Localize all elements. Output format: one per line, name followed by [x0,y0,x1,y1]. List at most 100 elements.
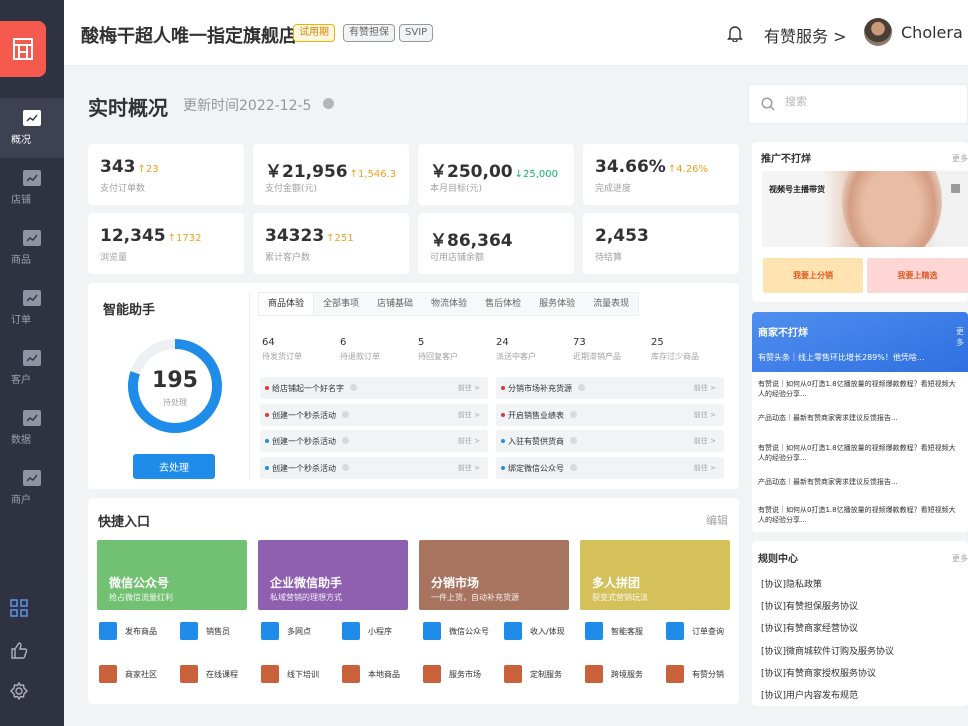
tab-3[interactable]: 物流体验 [422,293,476,315]
service-menu[interactable]: 有赞服务 > [764,23,847,47]
process-button[interactable]: 去处理 [133,454,215,479]
news-item[interactable]: 有赞说｜如何从0打造1.8亿播放量的视频爆款教程？看短视频大人的经验分享... [758,505,958,525]
stat-card: 34323 ↑251 累计客户数 [253,213,409,274]
search-input[interactable] [785,95,945,108]
stat-number: ￥21,956 [265,162,348,182]
join-distribution-button[interactable]: 我要上分销 [763,258,863,293]
task-item[interactable]: 分销市场补充货源 前往 > [496,377,724,399]
metric-item[interactable]: 25 库存过少商品 [651,337,699,362]
task-go-link: 前往 > [457,437,480,445]
news-item[interactable]: 产品动态｜最新有赞商家需求建议反馈报告... [758,477,958,487]
news-item[interactable]: 产品动态｜最新有赞商家需求建议反馈报告... [758,413,958,423]
metric-item[interactable]: 64 待发货订单 [262,337,302,362]
sidebar-item-orders[interactable]: 订单 [0,278,64,338]
rules-more-link[interactable]: 更多 [952,553,968,564]
quick-item[interactable]: 跨境服务 [585,665,661,683]
rule-link[interactable]: [协议]有赞担保服务协议 [761,599,858,612]
news-item[interactable]: 有赞说｜如何从0打造1.8亿播放量的视频爆款教程？看短视频大人的经验分享... [758,379,958,399]
sidebar-item-goods[interactable]: 商品 [0,218,64,278]
quick-item[interactable]: 发布商品 [99,622,175,640]
quick-item[interactable]: 智能客服 [585,622,661,640]
task-item[interactable]: 入驻有赞供货商 前往 > [496,430,724,452]
task-text: 给店铺起一个好名字 [272,384,344,393]
quick-item[interactable]: 本地商品 [342,665,418,683]
quick-item[interactable]: 线下培训 [261,665,337,683]
metric-item[interactable]: 5 待回复客户 [418,337,458,362]
metric-label: 派送中客户 [496,352,536,361]
tab-5[interactable]: 服务体验 [530,293,584,315]
task-item[interactable]: 创建一个秒杀活动 前往 > [260,403,488,426]
quick-item-icon [99,665,117,683]
quick-item-label: 商家社区 [125,670,157,679]
join-featured-button[interactable]: 我要上精选 [867,258,968,293]
quick-item[interactable]: 多网点 [261,622,337,640]
task-item[interactable]: 绑定微信公众号 前往 > [496,456,724,479]
sidebar-item-customers[interactable]: 客户 [0,338,64,398]
settings-icon[interactable] [10,682,28,700]
quick-card-wechat-official[interactable]: 微信公众号 抢占微信流量红利 [97,540,247,610]
edit-button[interactable]: 编辑 [706,512,728,528]
refresh-dot-icon[interactable] [323,98,334,109]
task-item[interactable]: 创建一个秒杀活动 前往 > [260,456,488,479]
quick-item[interactable]: 订单查询 [666,622,742,640]
merchant-headline[interactable]: 有赞头条｜线上零售环比增长289%！他凭啥... [758,352,968,363]
news-item[interactable]: 有赞说｜如何从0打造1.8亿播放量的视频爆款教程？看短视频大人的经验分享... [758,443,958,463]
metric-value: 24 [496,337,509,348]
quick-item-label: 订单查询 [692,627,724,636]
sidebar-item-data[interactable]: 数据 [0,398,64,458]
quick-item[interactable]: 定制服务 [504,665,580,683]
merchant-more-link[interactable]: 更多 [956,326,968,348]
quick-item[interactable]: 微信公众号 [423,622,499,640]
thumbs-up-icon[interactable] [10,641,28,659]
quick-card-group-buy[interactable]: 多人拼团 裂变式营销玩法 [580,540,730,610]
quick-item[interactable]: 销售员 [180,622,256,640]
tab-6[interactable]: 流量表现 [584,293,638,315]
promo-more-link[interactable]: 更多 [952,153,968,164]
quick-card-wecom-assistant[interactable]: 企业微信助手 私域营销的理想方式 [258,540,408,610]
stat-label: 浏览量 [100,253,128,263]
sidebar-item-label: 订单 [11,315,31,326]
quick-item-icon [342,665,360,683]
promo-banner[interactable]: 视频号主播带货 [762,171,968,247]
metric-item[interactable]: 73 近期滞销产品 [573,337,621,362]
quick-item[interactable]: 小程序 [342,622,418,640]
sidebar-item-overview[interactable]: 概况 [0,98,64,158]
stat-card: ￥86,364 可用店铺余额 [418,213,574,274]
quick-item[interactable]: 有赞分销 [666,665,742,683]
stat-number: 34.66% [595,157,666,177]
task-item[interactable]: 给店铺起一个好名字 前往 > [260,377,488,399]
task-item[interactable]: 创建一个秒杀活动 前往 > [260,430,488,452]
quick-card-title: 多人拼团 [592,576,641,590]
search-box[interactable] [748,84,968,124]
quick-item[interactable]: 服务市场 [423,665,499,683]
sidebar-item-label: 商品 [11,255,31,266]
quick-card-distribution-market[interactable]: 分销市场 一件上货，自动补充货源 [419,540,569,610]
task-go-link: 前往 > [457,463,480,472]
quick-item[interactable]: 商家社区 [99,665,175,683]
grid-icon[interactable] [10,599,28,617]
metric-value: 73 [573,337,586,348]
task-bullet-icon [265,439,269,443]
task-item[interactable]: 开启销售业绩表 前往 > [496,403,724,426]
tab-2[interactable]: 店铺基础 [368,293,422,315]
tab-0[interactable]: 商品体验 [259,293,315,315]
quick-item[interactable]: 收入/体现 [504,622,580,640]
metric-item[interactable]: 6 待退款订单 [340,337,380,362]
rule-link[interactable]: [协议]有赞商家授权服务协议 [761,666,876,679]
sidebar-item-store[interactable]: 店铺 [0,158,64,218]
avatar[interactable] [864,18,892,46]
rule-link[interactable]: [协议]有赞商家经营协议 [761,621,858,634]
store-logo[interactable] [0,21,46,77]
bell-icon[interactable] [727,24,743,46]
rule-link[interactable]: [协议]微商城软件订购及服务协议 [761,644,894,657]
quick-item[interactable]: 在线课程 [180,665,256,683]
tab-1[interactable]: 全部事项 [314,293,368,315]
metric-item[interactable]: 24 派送中客户 [496,337,536,362]
user-menu[interactable]: Cholera > [901,23,968,42]
rule-link[interactable]: [协议]隐私政策 [761,577,822,590]
sidebar-item-merchant[interactable]: 商户 [0,458,64,518]
chart-icon [23,110,41,126]
tab-4[interactable]: 售后体检 [476,293,530,315]
rule-link[interactable]: [协议]用户内容发布规范 [761,688,858,701]
stat-label: 完成进度 [595,184,632,194]
